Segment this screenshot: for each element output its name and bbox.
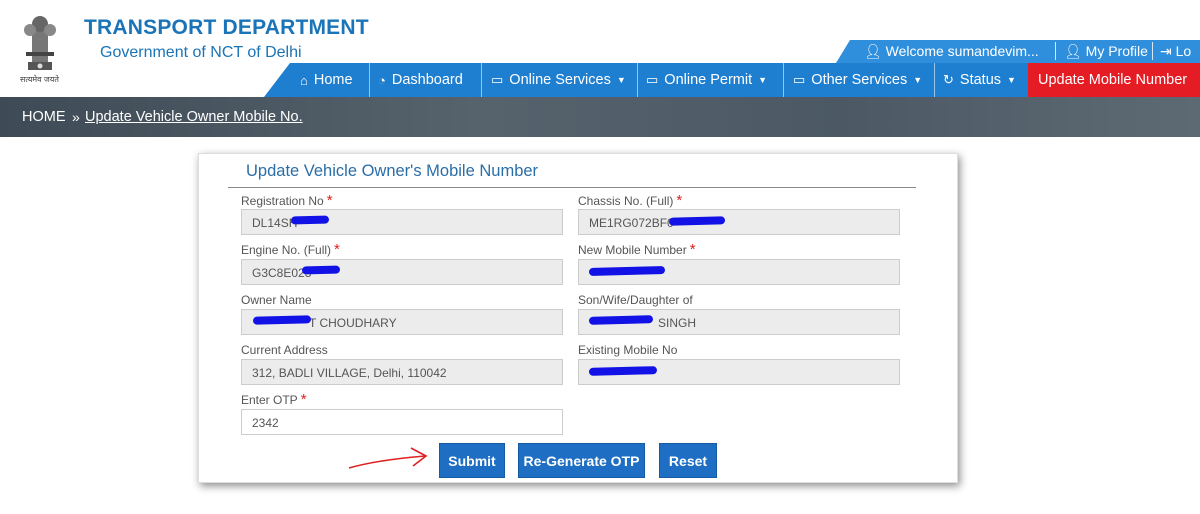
required-marker: * <box>326 192 333 209</box>
nav-online-services-label: Online Services <box>509 72 611 88</box>
form-divider <box>228 187 916 188</box>
chassis-no-field[interactable]: ME1RG072BF0 <box>578 209 900 235</box>
userbar-divider <box>1055 42 1056 60</box>
nav-home-label: Home <box>313 72 353 88</box>
userbar-divider <box>1152 42 1153 60</box>
caret-down-icon: ▼ <box>1007 75 1016 85</box>
registration-no-label-text: Registration No <box>241 194 324 208</box>
user-icon: 👤︎ <box>864 43 882 59</box>
redaction-mark <box>668 216 726 226</box>
engine-no-label-text: Engine No. (Full) <box>241 243 332 257</box>
caret-down-icon: ▼ <box>616 75 626 85</box>
update-mobile-form: Update Vehicle Owner's Mobile Number Reg… <box>198 153 958 483</box>
required-marker: * <box>676 192 683 209</box>
nav-update-mobile-label: Update Mobile Number <box>1038 72 1188 88</box>
monitor-icon: ▭ <box>491 72 504 87</box>
nav-update-mobile-number[interactable]: Update Mobile Number <box>1028 63 1200 97</box>
nav-divider <box>369 63 370 97</box>
relation-name-value: SINGH <box>658 316 697 330</box>
nav-divider <box>783 63 784 97</box>
breadcrumb: HOME » Update Vehicle Owner Mobile No. <box>0 97 1200 137</box>
main-nav: ⌂ Home ◔ Dashboard ▭ Online Services ▼ ▭… <box>264 63 1200 97</box>
existing-mobile-label: Existing Mobile No <box>578 343 678 357</box>
regenerate-otp-button[interactable]: Re-Generate OTP <box>518 443 645 478</box>
welcome-link[interactable]: 👤︎ Welcome sumandevim... <box>864 43 1039 60</box>
current-address-value: 312, BADLI VILLAGE, Delhi, 110042 <box>252 366 447 380</box>
breadcrumb-separator: » <box>72 109 80 125</box>
chassis-no-label-text: Chassis No. (Full) <box>578 194 674 208</box>
caret-down-icon: ▼ <box>913 75 923 85</box>
nav-online-permit[interactable]: ▭ Online Permit ▼ <box>646 63 767 97</box>
owner-name-value: T CHOUDHARY <box>309 316 397 330</box>
emblem-caption: सत्यमेव जयते <box>20 75 59 84</box>
otp-label-text: Enter OTP <box>241 393 298 407</box>
submit-button[interactable]: Submit <box>439 443 505 478</box>
redaction-mark <box>301 265 341 275</box>
nav-dashboard[interactable]: ◔ Dashboard <box>378 63 463 97</box>
caret-down-icon: ▼ <box>758 75 768 85</box>
redaction-mark <box>290 215 330 225</box>
site-title: TRANSPORT DEPARTMENT <box>84 16 369 39</box>
relation-name-label: Son/Wife/Daughter of <box>578 293 693 307</box>
refresh-icon: ↻ <box>943 72 954 87</box>
registration-no-label: Registration No * <box>241 192 333 209</box>
reset-button[interactable]: Reset <box>659 443 717 478</box>
dashboard-icon: ◔ <box>378 72 386 88</box>
nav-dashboard-label: Dashboard <box>391 72 463 88</box>
nav-divider <box>934 63 935 97</box>
nav-divider <box>637 63 638 97</box>
required-marker: * <box>689 241 696 258</box>
logout-icon: ⇥ <box>1160 43 1172 59</box>
form-title: Update Vehicle Owner's Mobile Number <box>246 162 539 180</box>
user-icon: 👤︎ <box>1064 43 1082 59</box>
nav-other-services-label: Other Services <box>811 72 908 88</box>
otp-input[interactable]: 2342 <box>241 409 563 435</box>
otp-value: 2342 <box>252 416 279 430</box>
nav-online-permit-label: Online Permit <box>664 72 753 88</box>
required-marker: * <box>334 241 340 258</box>
welcome-text: Welcome sumandevim... <box>885 43 1039 59</box>
current-address-field[interactable]: 312, BADLI VILLAGE, Delhi, 110042 <box>241 359 563 385</box>
home-icon: ⌂ <box>300 72 308 88</box>
nav-status-label: Status <box>959 72 1002 88</box>
nav-divider <box>481 63 482 97</box>
logout-link[interactable]: ⇥ Lo <box>1160 43 1191 60</box>
nav-other-services[interactable]: ▭ Other Services ▼ <box>793 63 922 97</box>
otp-label: Enter OTP * <box>241 391 307 408</box>
monitor-icon: ▭ <box>793 72 806 87</box>
site-subtitle: Government of NCT of Delhi <box>100 44 302 61</box>
breadcrumb-home-link[interactable]: HOME <box>22 109 66 125</box>
nav-status[interactable]: ↻ Status ▼ <box>943 63 1016 97</box>
redaction-mark <box>252 315 312 325</box>
breadcrumb-current-link[interactable]: Update Vehicle Owner Mobile No. <box>85 109 303 125</box>
registration-no-field[interactable]: DL14SH <box>241 209 563 235</box>
engine-no-label: Engine No. (Full) * <box>241 241 340 258</box>
required-marker: * <box>300 391 307 408</box>
current-address-label: Current Address <box>241 343 328 357</box>
new-mobile-label-text: New Mobile Number <box>578 243 687 257</box>
new-mobile-label: New Mobile Number * <box>578 241 696 258</box>
nav-online-services[interactable]: ▭ Online Services ▼ <box>491 63 626 97</box>
monitor-icon: ▭ <box>646 72 659 87</box>
my-profile-link[interactable]: 👤︎ My Profile <box>1064 43 1148 60</box>
redaction-mark <box>588 315 654 325</box>
my-profile-label: My Profile <box>1085 43 1148 59</box>
owner-name-label: Owner Name <box>241 293 312 307</box>
chassis-no-value: ME1RG072BF0 <box>589 216 674 230</box>
engine-no-field[interactable]: G3C8E023 <box>241 259 563 285</box>
logout-label: Lo <box>1175 43 1192 59</box>
chassis-no-label: Chassis No. (Full) * <box>578 192 682 209</box>
user-bar: 👤︎ Welcome sumandevim... 👤︎ My Profile ⇥… <box>836 40 1200 63</box>
red-arrow-annotation <box>348 447 428 469</box>
nav-home[interactable]: ⌂ Home <box>300 63 353 97</box>
